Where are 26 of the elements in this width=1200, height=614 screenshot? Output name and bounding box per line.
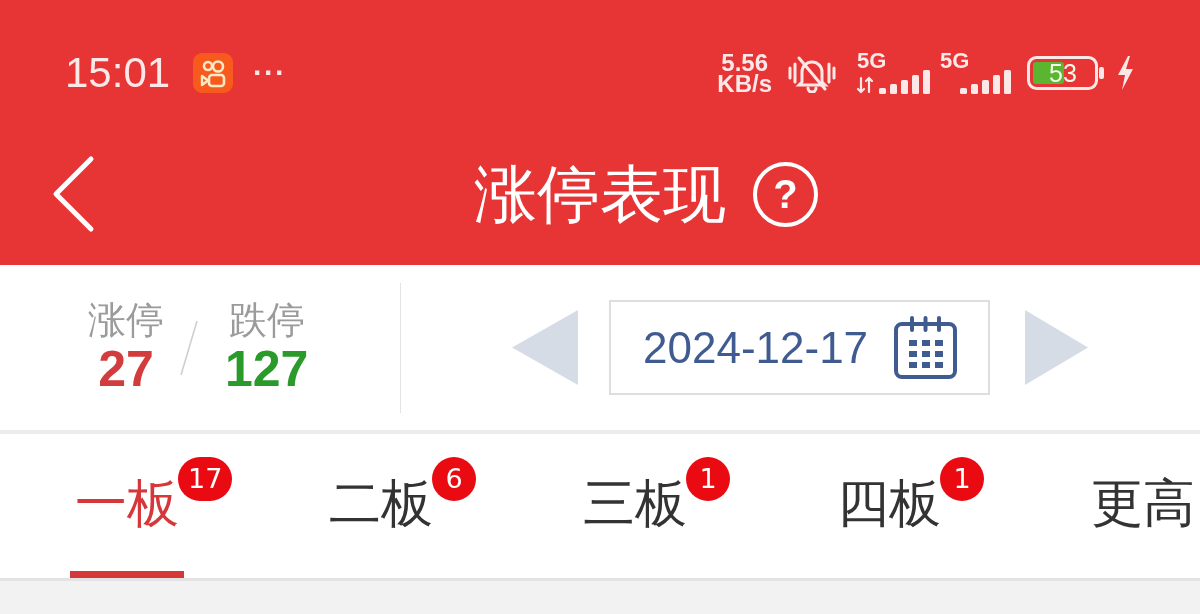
stat-value: 127 — [225, 340, 309, 397]
right-triangle-icon[interactable] — [1025, 310, 1088, 385]
notification-more: ··· — [253, 58, 287, 88]
network-speed-unit: KB/s — [717, 73, 772, 94]
charging-icon — [1115, 55, 1135, 91]
page-title: 涨停表现 — [474, 162, 726, 226]
left-triangle-icon[interactable] — [512, 310, 578, 385]
slash-divider — [179, 318, 199, 377]
status-time: 15:01 — [65, 52, 171, 94]
count-badge: 17 — [178, 457, 233, 501]
network-speed: 5.56 — [721, 52, 768, 73]
network-type-label: 5G — [940, 52, 970, 70]
calendar-icon — [893, 315, 959, 380]
stat-label: 跌停 — [228, 298, 305, 341]
stat-label: 涨停 — [88, 298, 164, 341]
date-picker[interactable]: 2024-12-17 — [609, 300, 990, 395]
signal-icon — [958, 70, 1013, 94]
count-badge: 1 — [940, 457, 984, 501]
count-badge: 1 — [686, 457, 730, 501]
camera-app-icon — [193, 53, 234, 93]
stat-value: 27 — [98, 340, 154, 397]
tab[interactable]: 更高 — [1086, 434, 1200, 578]
help-button[interactable]: ? — [753, 161, 818, 227]
signal-icon — [857, 70, 930, 94]
count-badge: 6 — [432, 457, 476, 501]
network-type-label: 5G — [857, 52, 887, 70]
